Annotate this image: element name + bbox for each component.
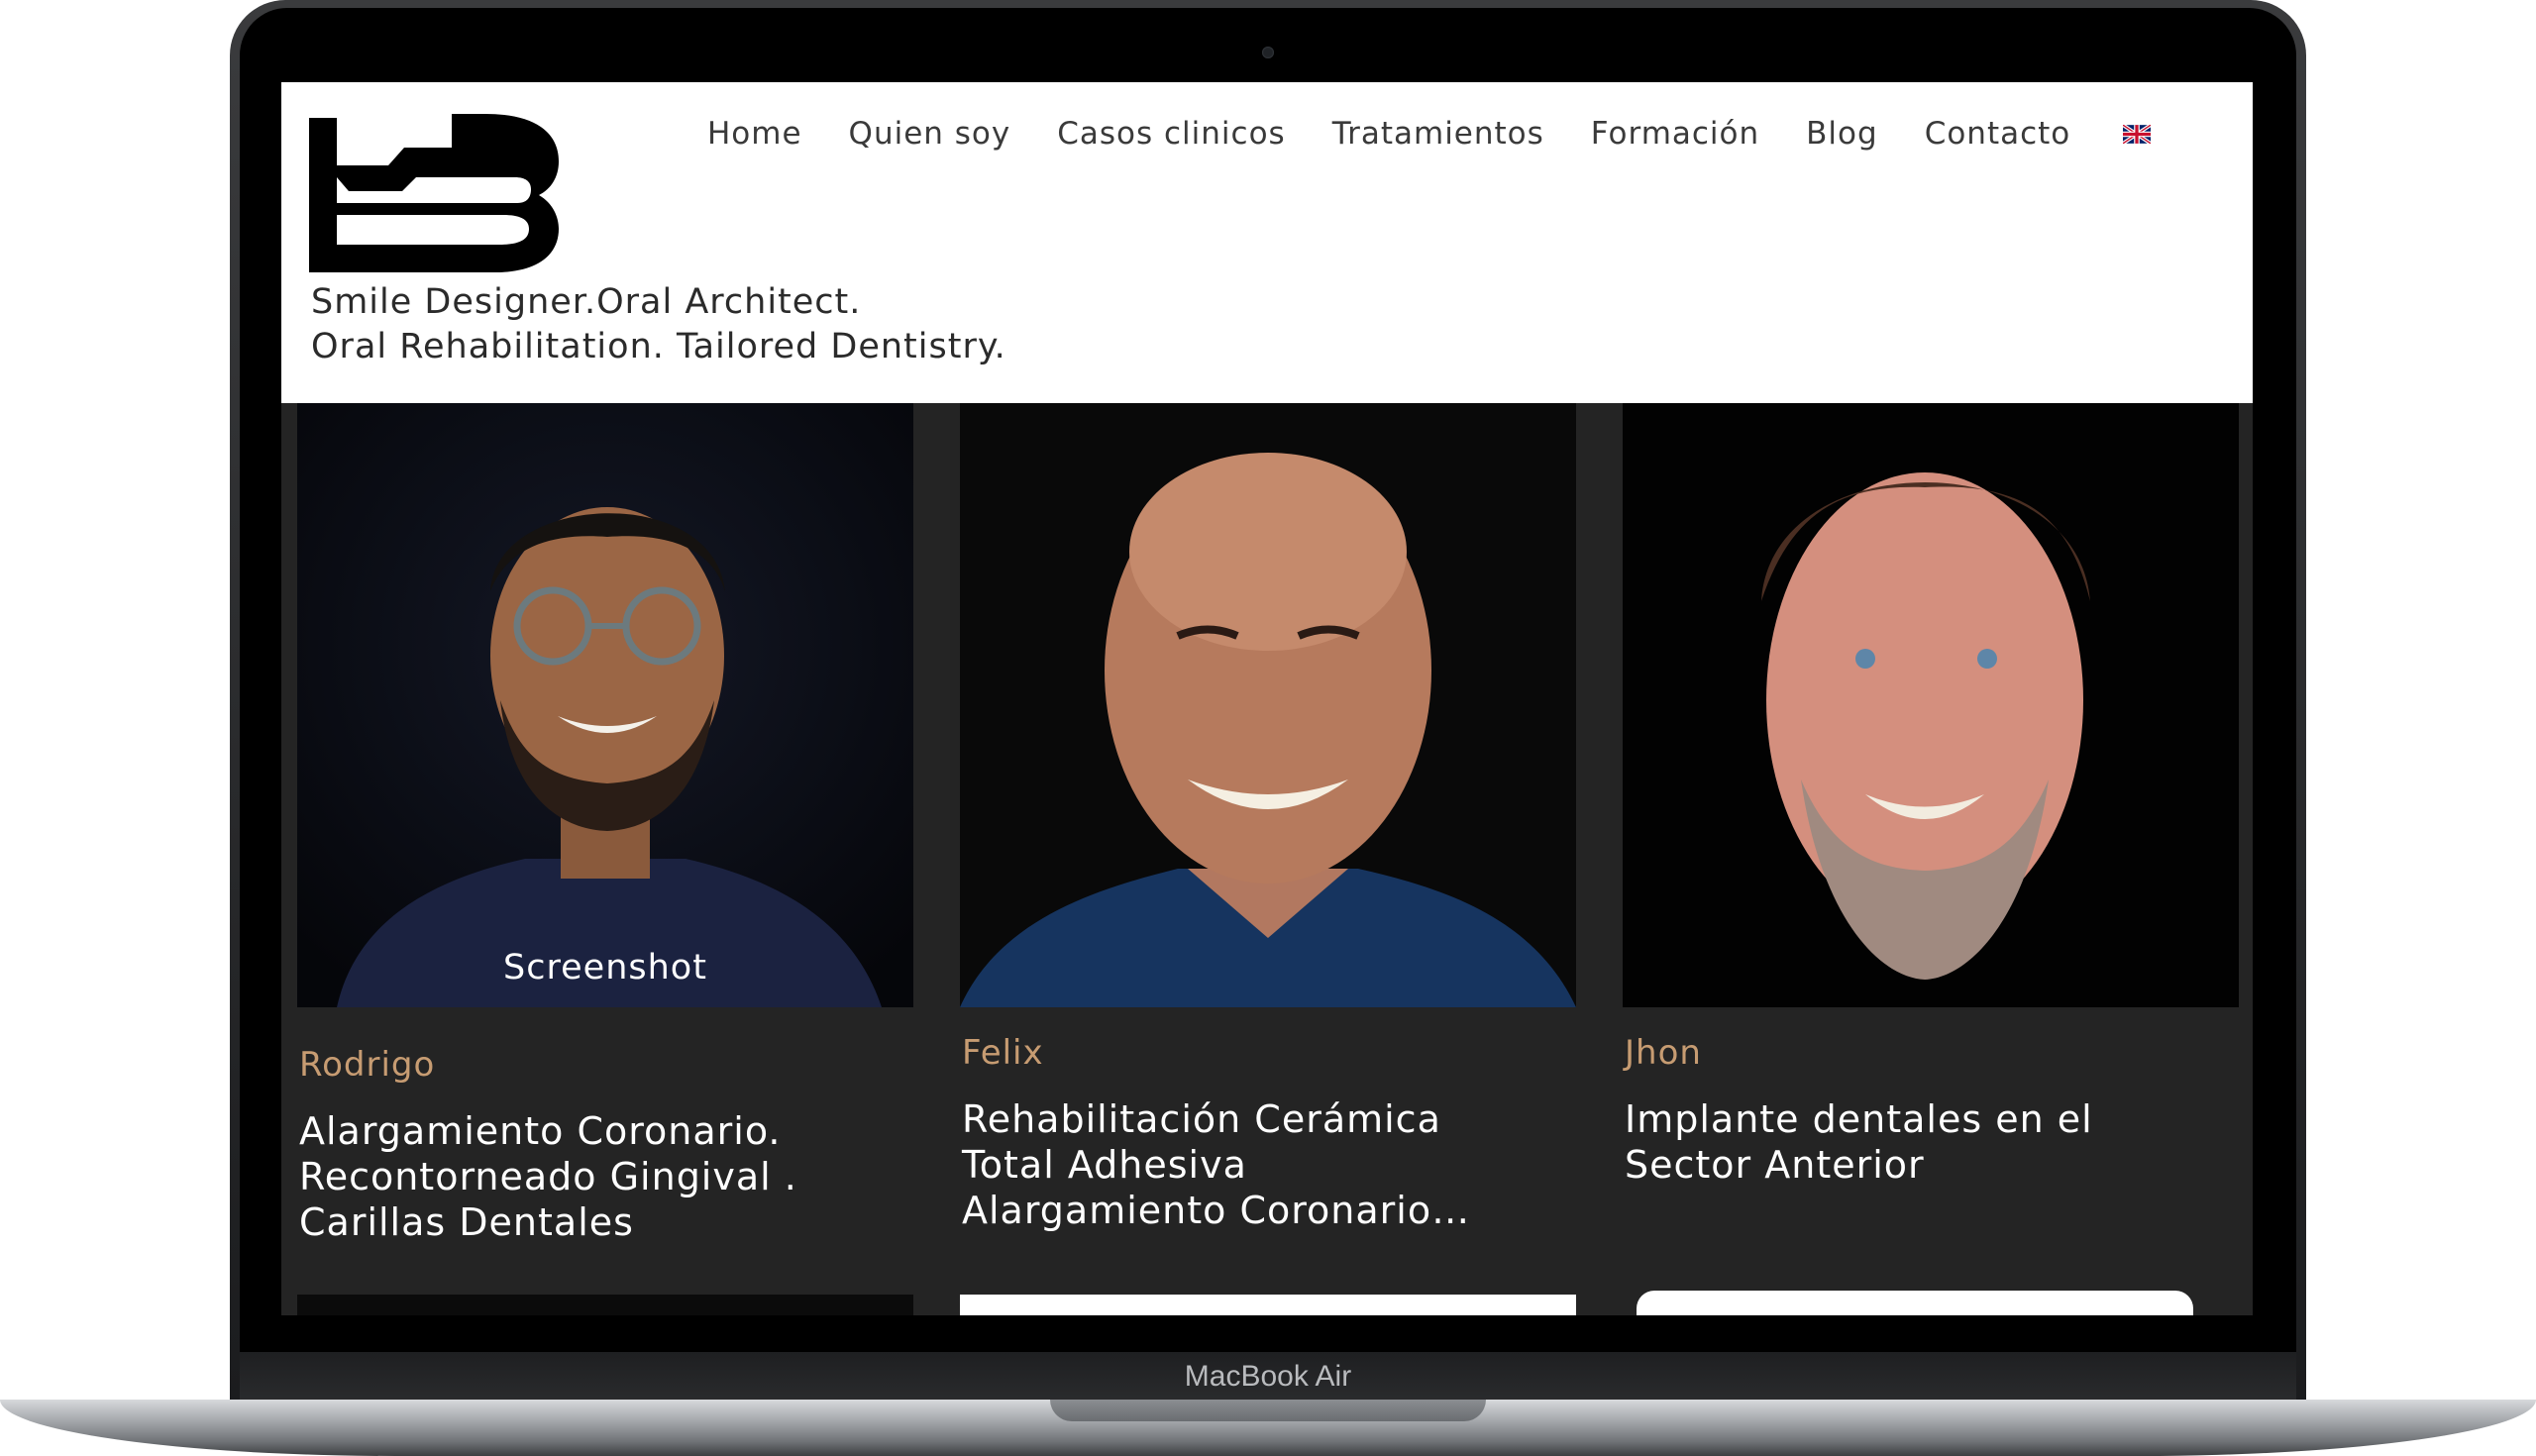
uk-flag-icon[interactable] bbox=[2123, 124, 2152, 144]
brand-logo[interactable] bbox=[309, 112, 559, 272]
patient-name[interactable]: Felix bbox=[962, 1033, 1044, 1073]
case-title[interactable]: Rehabilitación Cerámica Total Adhesiva A… bbox=[962, 1096, 1566, 1233]
tagline-line-2: Oral Rehabilitation. Tailored Dentistry. bbox=[311, 327, 1006, 366]
site-tagline: Smile Designer.Oral Architect. Oral Reha… bbox=[311, 280, 1006, 369]
photo-caption: Screenshot bbox=[503, 948, 707, 988]
nav-home[interactable]: Home bbox=[707, 116, 802, 152]
patient-name[interactable]: Rodrigo bbox=[299, 1045, 435, 1085]
portrait-image bbox=[1623, 403, 2239, 1007]
nav-contacto[interactable]: Contacto bbox=[1925, 116, 2071, 152]
case-title[interactable]: Alargamiento Coronario. Recontorneado Gi… bbox=[299, 1108, 903, 1245]
case-title[interactable]: Implante dentales en el Sector Anterior bbox=[1625, 1096, 2229, 1188]
device-label: MacBook Air bbox=[1184, 1360, 1352, 1393]
browser-viewport: Home Quien soy Casos clinicos Tratamient… bbox=[281, 82, 2255, 1315]
site-header: Home Quien soy Casos clinicos Tratamient… bbox=[281, 82, 2253, 403]
card-button[interactable] bbox=[1637, 1291, 2193, 1315]
cases-grid: Screenshot Rodrigo Alargamiento Coronari… bbox=[281, 403, 2253, 1315]
portrait-image bbox=[297, 403, 913, 1007]
nav-formacion[interactable]: Formación bbox=[1591, 116, 1759, 152]
card-button[interactable] bbox=[960, 1295, 1576, 1315]
nav-quien-soy[interactable]: Quien soy bbox=[849, 116, 1011, 152]
main-nav: Home Quien soy Casos clinicos Tratamient… bbox=[707, 109, 2152, 158]
tagline-line-1: Smile Designer.Oral Architect. bbox=[311, 282, 862, 322]
laptop-hinge-notch bbox=[1050, 1400, 1486, 1421]
patient-photo[interactable] bbox=[960, 403, 1576, 1007]
nav-tratamientos[interactable]: Tratamientos bbox=[1332, 116, 1544, 152]
nav-casos-clinicos[interactable]: Casos clinicos bbox=[1057, 116, 1285, 152]
patient-photo[interactable] bbox=[1623, 403, 2239, 1007]
patient-name[interactable]: Jhon bbox=[1625, 1033, 1702, 1073]
camera-icon bbox=[1262, 47, 1274, 58]
patient-photo[interactable]: Screenshot bbox=[297, 403, 913, 1007]
next-case-photo[interactable] bbox=[297, 1295, 913, 1315]
nav-blog[interactable]: Blog bbox=[1806, 116, 1878, 152]
portrait-image bbox=[960, 403, 1576, 1007]
